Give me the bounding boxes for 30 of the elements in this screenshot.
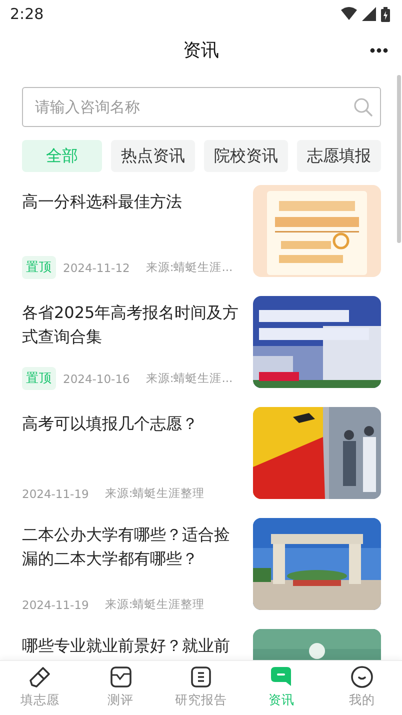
- status-time: 2:28: [10, 5, 44, 23]
- category-tab[interactable]: 院校资讯: [204, 140, 288, 172]
- article-title[interactable]: 二本公办大学有哪些？适合捡漏的二本大学都有哪些？: [22, 523, 241, 571]
- category-tab[interactable]: 热点资讯: [111, 140, 195, 172]
- chart-icon: [108, 665, 133, 689]
- battery-icon: [381, 6, 390, 22]
- pinned-tag: 置顶: [22, 256, 56, 279]
- article-date: 2024-11-19: [22, 598, 89, 612]
- article-date: 2024-11-12: [63, 260, 130, 274]
- smiley-icon: [350, 665, 374, 689]
- article-title[interactable]: 哪些专业就业前景好？就业前: [22, 634, 241, 658]
- article-source: 来源:蜻蜓生涯整理: [104, 597, 205, 612]
- article-title[interactable]: 高考可以填报几个志愿？: [22, 412, 241, 436]
- article-source: 来源:蜻蜓生涯...: [146, 260, 233, 275]
- search-field[interactable]: 请输入咨询名称: [22, 87, 381, 127]
- page-title: 资讯: [183, 39, 219, 62]
- pinned-tag: 置顶: [22, 367, 56, 390]
- article-title[interactable]: 各省2025年高考报名时间及方式查询合集: [22, 301, 241, 349]
- pencil-icon: [28, 665, 52, 689]
- document-icon: [189, 665, 214, 689]
- signal-icon: [362, 7, 376, 21]
- article-date: 2024-10-16: [63, 372, 130, 386]
- wifi-icon: [341, 7, 357, 21]
- article-source: 来源:蜻蜓生涯整理: [104, 486, 205, 501]
- category-tab[interactable]: 志愿填报: [297, 140, 381, 172]
- more-icon[interactable]: [370, 48, 388, 53]
- article-date: 2024-11-19: [22, 486, 89, 500]
- article-source: 来源:蜻蜓生涯...: [146, 371, 233, 386]
- article-title[interactable]: 高一分科选科最佳方法: [22, 190, 241, 214]
- chat-icon: [269, 665, 294, 689]
